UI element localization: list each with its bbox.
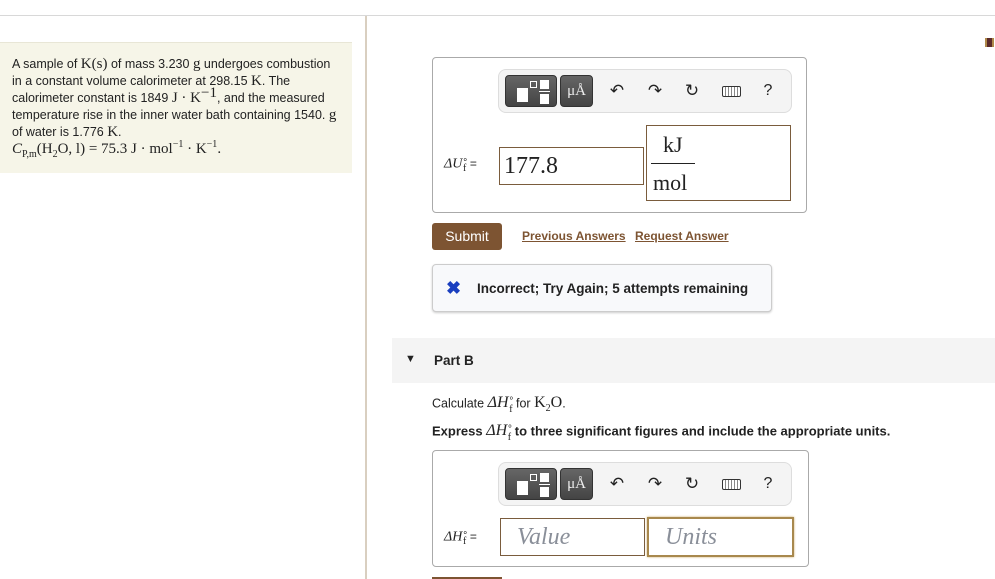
- template-icon-part: [540, 80, 549, 89]
- template-icon-part: [539, 91, 550, 92]
- cp-exp: −1: [206, 139, 218, 150]
- part-b-question: Calculate ΔH∘f for K2O.: [432, 393, 566, 415]
- template-icon-part: [530, 81, 537, 88]
- redo-icon[interactable]: ↷: [644, 474, 666, 494]
- request-answer-link[interactable]: Request Answer: [635, 229, 729, 243]
- delta-u-label: ΔU∘f =: [444, 154, 477, 174]
- problem-math: J · K: [171, 90, 201, 106]
- problem-math: K: [107, 124, 119, 140]
- question-math: ΔH∘f: [487, 393, 515, 415]
- question-text: .: [562, 396, 566, 411]
- units-numerator: kJ: [663, 132, 683, 157]
- cp-value: O, l) = 75.3 J · mol: [57, 141, 173, 157]
- keyboard-icon[interactable]: [722, 86, 741, 97]
- problem-math: g: [328, 107, 337, 123]
- question-text: Calculate: [432, 396, 488, 411]
- instruction-math: ΔH∘f: [486, 421, 513, 443]
- instruction-text: to three significant figures and include…: [511, 423, 891, 439]
- part-b-instruction: Express ΔH∘f to three significant figure…: [432, 421, 890, 443]
- compound-k: K: [534, 394, 546, 412]
- problem-math: −1: [200, 84, 217, 101]
- problem-text: of mass 3.230: [107, 57, 193, 71]
- units-denominator: mol: [653, 170, 688, 195]
- part-b-header[interactable]: ▼ Part B: [392, 338, 995, 383]
- problem-statement: A sample of K(s) of mass 3.230 g undergo…: [0, 42, 352, 173]
- templates-button[interactable]: [505, 468, 557, 500]
- template-icon-part: [540, 473, 549, 482]
- top-divider: [0, 15, 995, 16]
- problem-text: .: [118, 125, 122, 139]
- problem-math: K: [251, 73, 262, 89]
- cp-subscript: P,m: [22, 149, 37, 160]
- value-input[interactable]: 177.8: [499, 147, 644, 185]
- units-placeholder: Units: [665, 524, 718, 550]
- math-toolbar: μÅ ↶ ↷ ↻ ?: [498, 462, 792, 506]
- label-sub: f: [462, 163, 467, 175]
- label-symbol: ΔU: [444, 156, 463, 172]
- part-b-title: Part B: [434, 353, 474, 368]
- label-sub: f: [462, 536, 467, 548]
- units-button[interactable]: μÅ: [560, 468, 593, 500]
- redo-icon[interactable]: ↷: [644, 81, 666, 101]
- feedback-banner: ✖ Incorrect; Try Again; 5 attempts remai…: [432, 264, 772, 312]
- template-icon-part: [540, 94, 549, 104]
- equals-sign: =: [469, 156, 477, 171]
- problem-text: of water is 1.776: [12, 125, 108, 139]
- cp-unit: · K: [183, 141, 207, 157]
- template-icon-part: [530, 474, 537, 481]
- equals-sign: =: [469, 529, 477, 544]
- math-symbol: ΔH: [486, 422, 508, 440]
- column-divider: [365, 16, 367, 579]
- instruction-text: Express: [432, 423, 487, 439]
- template-icon-part: [517, 481, 528, 495]
- heat-capacity-line: CP,m(H2O, l) = 75.3 J · mol−1 · K−1.: [12, 139, 222, 160]
- problem-text: A sample of: [12, 57, 81, 71]
- cp-symbol: C: [12, 141, 23, 157]
- math-toolbar: μÅ ↶ ↷ ↻ ?: [498, 69, 792, 113]
- problem-math: K(s): [80, 56, 108, 72]
- collapse-caret-icon[interactable]: ▼: [405, 353, 416, 365]
- part-b-answer-box: μÅ ↶ ↷ ↻ ? ΔH∘f = Value Units: [432, 450, 809, 567]
- units-button[interactable]: μÅ: [560, 75, 593, 107]
- help-icon[interactable]: ?: [757, 474, 779, 494]
- incorrect-icon: ✖: [446, 278, 462, 298]
- cp-exp: −1: [172, 139, 184, 150]
- fraction-bar: [651, 163, 695, 164]
- compound: K2O: [534, 394, 563, 414]
- submit-button[interactable]: Submit: [432, 223, 502, 250]
- delta-h-label: ΔH∘f =: [444, 527, 477, 547]
- help-icon[interactable]: ?: [757, 81, 779, 101]
- reset-icon[interactable]: ↻: [681, 474, 703, 494]
- undo-icon[interactable]: ↶: [606, 81, 628, 101]
- value-placeholder: Value: [517, 524, 571, 550]
- units-input[interactable]: kJ mol: [646, 125, 791, 201]
- template-icon-part: [540, 487, 549, 497]
- previous-answers-link[interactable]: Previous Answers: [522, 229, 626, 243]
- keyboard-icon[interactable]: [722, 479, 741, 490]
- value-input[interactable]: Value: [500, 518, 645, 556]
- undo-icon[interactable]: ↶: [606, 474, 628, 494]
- bookmark-icon[interactable]: [985, 38, 994, 47]
- units-input[interactable]: Units: [647, 517, 794, 557]
- feedback-message: Incorrect; Try Again; 5 attempts remaini…: [477, 281, 749, 296]
- reset-icon[interactable]: ↻: [681, 81, 703, 101]
- label-symbol: ΔH: [444, 529, 463, 545]
- cp-end: .: [217, 141, 222, 157]
- template-icon-part: [517, 88, 528, 102]
- templates-button[interactable]: [505, 75, 557, 107]
- question-text: for: [512, 396, 535, 411]
- math-symbol: ΔH: [487, 394, 509, 412]
- cp-species: (H: [36, 141, 53, 157]
- template-icon-part: [539, 484, 550, 485]
- part-a-answer-box: μÅ ↶ ↷ ↻ ? ΔU∘f = 177.8 kJ mol: [432, 57, 807, 213]
- compound-o: O: [550, 394, 563, 412]
